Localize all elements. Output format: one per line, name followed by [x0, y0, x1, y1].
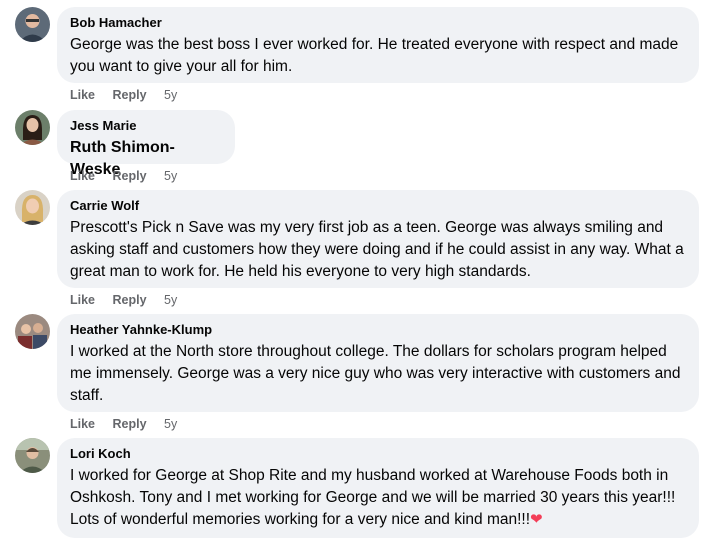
like-button[interactable]: Like [70, 88, 95, 102]
comment-bubble: Carrie Wolf Prescott's Pick n Save was m… [57, 190, 699, 288]
comment-text-body: I worked for George at Shop Rite and my … [70, 467, 676, 528]
heart-emoji-icon: ❤ [530, 511, 543, 528]
comment-author[interactable]: Carrie Wolf [70, 198, 686, 214]
comment-text: I worked for George at Shop Rite and my … [70, 465, 686, 531]
comment-bubble: Lori Koch I worked for George at Shop Ri… [57, 438, 699, 538]
like-button[interactable]: Like [70, 417, 95, 431]
reply-button[interactable]: Reply [113, 417, 147, 431]
comment-bubble: Jess Marie Ruth Shimon-Weske [57, 110, 235, 178]
comment-text: I worked at the North store throughout c… [70, 343, 681, 404]
avatar[interactable] [15, 110, 50, 145]
comment-actions: Like Reply 5y [70, 292, 191, 308]
comment-timestamp[interactable]: 5y [164, 169, 177, 183]
comment-timestamp[interactable]: 5y [164, 417, 177, 431]
comment-bubble: Heather Yahnke-Klump I worked at the Nor… [57, 314, 699, 412]
comment-author[interactable]: Jess Marie [70, 118, 222, 134]
reply-button[interactable]: Reply [113, 169, 147, 183]
avatar[interactable] [15, 314, 50, 349]
comment-actions: Like Reply 5y [70, 416, 191, 432]
comment-author[interactable]: Heather Yahnke-Klump [70, 322, 686, 338]
comment-text: George was the best boss I ever worked f… [70, 36, 679, 75]
reply-button[interactable]: Reply [113, 293, 147, 307]
comment-actions: Like Reply 5y [70, 87, 191, 103]
comment-actions: Like Reply 5y [70, 168, 191, 184]
comment-timestamp[interactable]: 5y [164, 293, 177, 307]
like-button[interactable]: Like [70, 169, 95, 183]
comment-text: Prescott's Pick n Save was my very first… [70, 219, 684, 280]
avatar[interactable] [15, 438, 50, 473]
like-button[interactable]: Like [70, 293, 95, 307]
reply-button[interactable]: Reply [113, 88, 147, 102]
avatar[interactable] [15, 190, 50, 225]
comment-timestamp[interactable]: 5y [164, 88, 177, 102]
comment-bubble: Bob Hamacher George was the best boss I … [57, 7, 699, 83]
comment-author[interactable]: Bob Hamacher [70, 15, 686, 31]
comment-author[interactable]: Lori Koch [70, 446, 686, 462]
avatar[interactable] [15, 7, 50, 42]
